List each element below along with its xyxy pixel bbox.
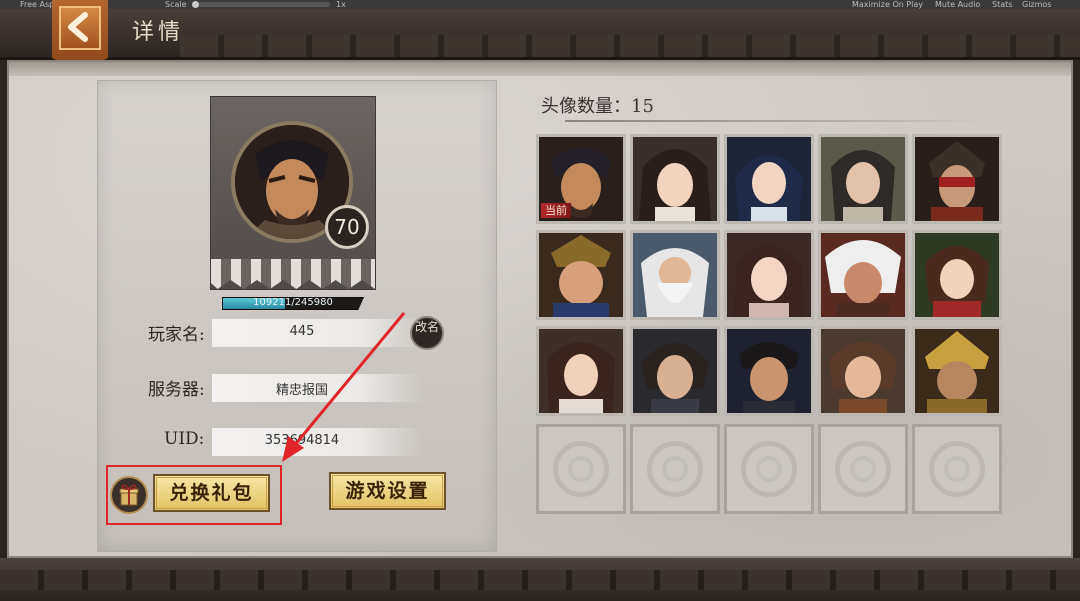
avatar-count-label: 头像数量：15: [541, 92, 654, 118]
avatar-slot-9[interactable]: [818, 230, 908, 320]
portrait-12-icon: [633, 329, 717, 413]
scale-slider-knob[interactable]: [192, 1, 199, 8]
portrait-8-icon: [727, 233, 811, 317]
current-avatar-tag: 当前: [541, 203, 571, 218]
avatar-slot-empty-5: [912, 424, 1002, 514]
avatar-slot-1[interactable]: 当前: [536, 134, 626, 224]
portrait-5-icon: [915, 137, 999, 221]
avatar-slot-5[interactable]: [912, 134, 1002, 224]
experience-bar: 109211/245980: [222, 297, 364, 310]
avatar-slot-empty-2: [630, 424, 720, 514]
player-name-value: 445: [289, 324, 315, 339]
gizmos-dropdown[interactable]: Gizmos: [1022, 0, 1051, 9]
avatar-slot-3[interactable]: [724, 134, 814, 224]
annotation-highlight-box: [106, 465, 282, 525]
server-value: 精忠报国: [275, 383, 328, 398]
experience-text: 109211/245980: [253, 297, 333, 308]
portrait-6-icon: [539, 233, 623, 317]
server-label: 服务器:: [148, 380, 205, 400]
portrait-4-icon: [821, 137, 905, 221]
portrait-2-icon: [633, 137, 717, 221]
maximize-on-play-toggle[interactable]: Maximize On Play: [852, 0, 923, 9]
avatar-slot-15[interactable]: [912, 326, 1002, 416]
paper-top-band: [9, 62, 1071, 76]
avatar-count-caption: 头像数量：: [541, 96, 631, 117]
avatar-slot-7[interactable]: [630, 230, 720, 320]
game-settings-button[interactable]: 游戏设置: [329, 472, 446, 510]
portrait-13-icon: [727, 329, 811, 413]
scale-label: Scale: [165, 0, 187, 9]
portrait-3-icon: [727, 137, 811, 221]
uid-label: UID:: [164, 429, 205, 449]
portrait-11-icon: [539, 329, 623, 413]
portrait-9-icon: [821, 233, 905, 317]
portrait-7-icon: [633, 233, 717, 317]
avatar-slot-14[interactable]: [818, 326, 908, 416]
stats-toggle[interactable]: Stats: [992, 0, 1012, 9]
avatar-slot-6[interactable]: [536, 230, 626, 320]
avatar-count-value: 15: [631, 96, 654, 117]
player-name-label: 玩家名:: [148, 325, 205, 345]
locked-emblem-icon: [929, 441, 985, 497]
avatar-slot-empty-4: [818, 424, 908, 514]
portrait-15-icon: [915, 329, 999, 413]
avatar-slot-13[interactable]: [724, 326, 814, 416]
rename-button[interactable]: 改名: [410, 316, 444, 350]
avatar-slot-12[interactable]: [630, 326, 720, 416]
locked-emblem-icon: [835, 441, 891, 497]
uid-value: 353694814: [264, 433, 340, 448]
avatar-slot-4[interactable]: [818, 134, 908, 224]
avatar-slot-2[interactable]: [630, 134, 720, 224]
bottom-frame: [0, 558, 1080, 601]
scale-slider[interactable]: [192, 1, 330, 8]
avatar-count-divider: [565, 120, 985, 122]
portrait-14-icon: [821, 329, 905, 413]
avatar-slot-empty-1: [536, 424, 626, 514]
bottom-decoration: [0, 570, 1080, 590]
portrait-10-icon: [915, 233, 999, 317]
mute-audio-toggle[interactable]: Mute Audio: [935, 0, 980, 9]
locked-emblem-icon: [647, 441, 703, 497]
locked-emblem-icon: [553, 441, 609, 497]
banner-fringe: [211, 259, 375, 289]
locked-emblem-icon: [741, 441, 797, 497]
chevron-left-icon: [68, 12, 88, 42]
avatar-slot-8[interactable]: [724, 230, 814, 320]
page-title: 详情: [132, 20, 185, 45]
editor-toolbar: Free Aspect Scale 1x Maximize On Play Mu…: [0, 0, 1080, 9]
avatar-slot-11[interactable]: [536, 326, 626, 416]
scale-value: 1x: [336, 0, 346, 9]
header-decoration: [180, 35, 1080, 57]
avatar-slot-empty-3: [724, 424, 814, 514]
avatar-slot-10[interactable]: [912, 230, 1002, 320]
level-badge: 70: [325, 205, 369, 249]
